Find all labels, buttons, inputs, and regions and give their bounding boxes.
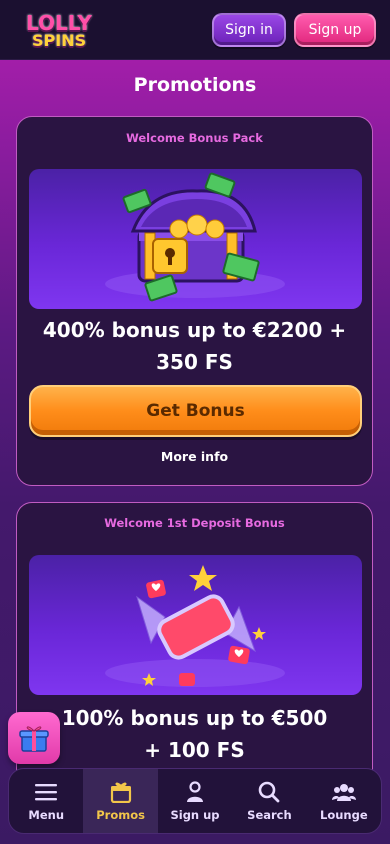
nav-label: Lounge [320, 808, 368, 822]
promo-card: Welcome 1st Deposit Bonus 100% bonus up … [16, 502, 373, 802]
promo-offer: 400% bonus up to €2200 + 350 FS [17, 314, 372, 378]
promo-offer-line: + 100 FS [144, 738, 245, 762]
bottom-nav: Menu Promos Sign up Search Lounge [8, 768, 382, 834]
get-bonus-button[interactable]: Get Bonus [29, 385, 362, 437]
nav-item-lounge[interactable]: Lounge [307, 769, 381, 833]
promo-label: Welcome Bonus Pack [126, 131, 263, 145]
logo-text-bottom: SPINS [32, 30, 87, 50]
logo-text-top: LOLLY [26, 10, 92, 35]
treasure-chest-icon [105, 172, 285, 302]
menu-icon [34, 780, 58, 804]
group-icon [331, 780, 356, 804]
user-add-icon [183, 780, 207, 804]
search-icon [257, 780, 281, 804]
promo-banner [29, 555, 362, 695]
nav-item-search[interactable]: Search [232, 769, 306, 833]
nav-label: Menu [28, 808, 65, 822]
promo-offer-line: 350 FS [156, 350, 233, 374]
promo-card: Welcome Bonus Pack 400% bonus up to €220… [16, 116, 373, 486]
more-info-link[interactable]: More info [17, 449, 372, 464]
auth-buttons: Sign in Sign up [212, 12, 376, 47]
promo-offer: 100% bonus up to €500 + 100 FS [17, 702, 372, 766]
sign-up-button[interactable]: Sign up [294, 12, 376, 47]
nav-item-menu[interactable]: Menu [9, 769, 83, 833]
promo-offer-line: 100% bonus up to €500 [61, 706, 328, 730]
page: LOLLY SPINS Sign in Sign up Promotions W… [0, 0, 390, 844]
promo-label: Welcome 1st Deposit Bonus [104, 516, 285, 530]
gift-box-icon [109, 780, 133, 804]
sign-in-button[interactable]: Sign in [212, 12, 286, 47]
top-header: LOLLY SPINS Sign in Sign up [0, 0, 390, 60]
nav-label: Sign up [170, 808, 220, 822]
page-title: Promotions [133, 74, 257, 96]
nav-label: Promos [96, 808, 145, 822]
nav-item-signup[interactable]: Sign up [158, 769, 232, 833]
promo-banner [29, 169, 362, 309]
nav-item-promos[interactable]: Promos [83, 769, 158, 833]
candy-icon [105, 565, 285, 687]
gift-icon [19, 726, 49, 752]
logo[interactable]: LOLLY SPINS [24, 8, 96, 52]
nav-label: Search [247, 808, 292, 822]
promo-offer-line: 400% bonus up to €2200 + [42, 318, 347, 342]
gift-floating-button[interactable] [8, 712, 60, 764]
